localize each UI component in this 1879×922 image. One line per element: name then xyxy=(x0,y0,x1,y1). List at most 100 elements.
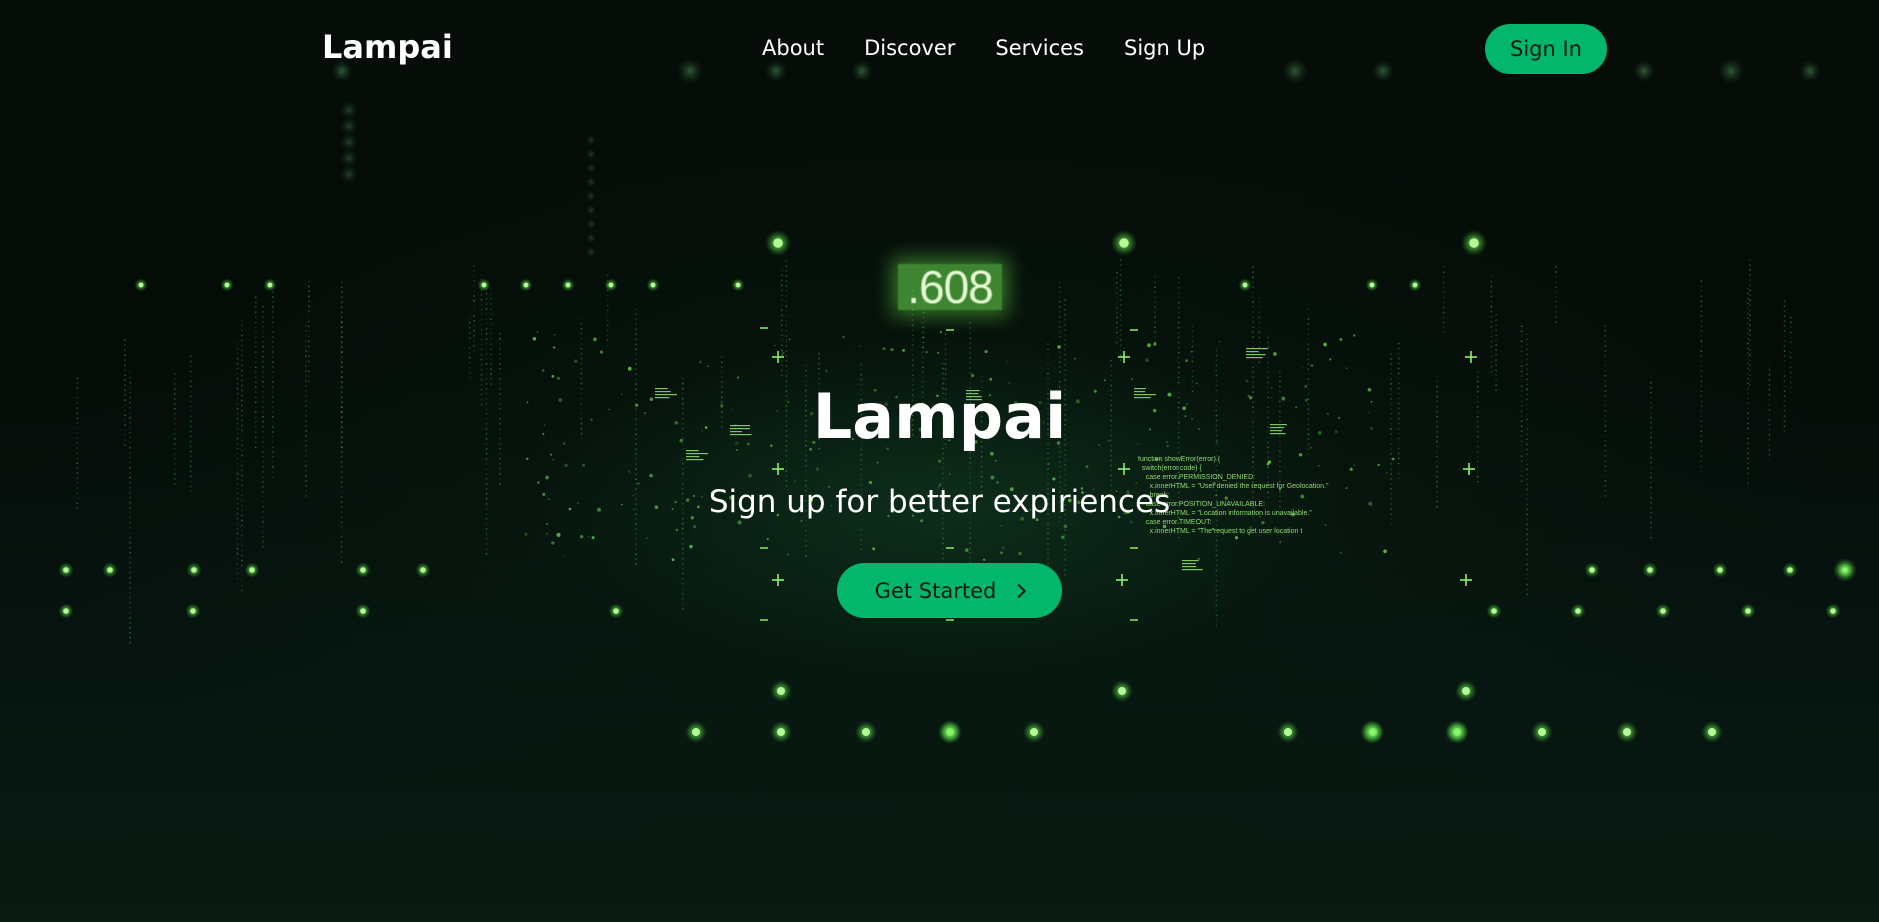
stream-dot xyxy=(1397,352,1400,355)
stream-dot xyxy=(129,611,132,614)
stream-dot xyxy=(1267,336,1270,339)
stream-dot xyxy=(308,360,310,363)
stream-dot xyxy=(124,349,126,351)
stream-dot xyxy=(473,340,475,342)
stream-dot xyxy=(308,280,310,283)
stream-dot xyxy=(1526,478,1528,481)
stream-dot xyxy=(129,576,132,579)
stream-dot xyxy=(1495,374,1497,377)
stream-dot xyxy=(1520,480,1523,483)
scatter-dot xyxy=(1339,338,1343,341)
stream-dot xyxy=(1747,337,1749,340)
stream-dot xyxy=(1700,355,1703,358)
stream-dot xyxy=(1064,318,1066,321)
stream-dot xyxy=(473,305,475,307)
stream-dot xyxy=(241,354,243,357)
stream-dot xyxy=(341,351,343,354)
stream-dot xyxy=(606,334,609,337)
stream-dot xyxy=(1258,316,1261,319)
stream-dot xyxy=(1215,349,1218,352)
stream-dot xyxy=(1058,336,1061,338)
stream-dot xyxy=(480,368,483,371)
stream-dot xyxy=(1520,370,1523,373)
stream-dot xyxy=(1650,536,1652,539)
glow-node-core xyxy=(1369,282,1375,288)
stream-dot xyxy=(340,531,343,533)
stream-dot xyxy=(1397,462,1400,465)
nav-link-sign-up[interactable]: Sign Up xyxy=(1124,36,1205,60)
stream-dot xyxy=(911,359,914,361)
stream-dot xyxy=(1604,340,1607,342)
stream-dot xyxy=(1700,305,1703,308)
nav-link-about[interactable]: About xyxy=(762,36,824,60)
glow-node xyxy=(1616,721,1638,743)
stream-dot xyxy=(1154,296,1156,298)
stream-dot xyxy=(341,331,343,334)
stream-dot xyxy=(254,371,257,374)
stream-dot xyxy=(341,376,343,379)
stream-dot xyxy=(305,325,307,327)
stream-dot xyxy=(340,371,343,373)
stream-dot xyxy=(1215,369,1218,372)
stream-dot xyxy=(1747,292,1749,295)
stream-dot xyxy=(173,458,176,460)
stream-dot xyxy=(1215,374,1218,377)
stream-dot xyxy=(490,308,492,310)
stream-dot xyxy=(485,553,488,555)
stream-dot xyxy=(1258,351,1261,354)
scatter-dot xyxy=(970,373,975,378)
brand-logo[interactable]: Lampai xyxy=(322,28,453,66)
stream-dot xyxy=(1252,271,1254,274)
stream-dot xyxy=(1115,316,1118,319)
stream-dot xyxy=(944,368,947,370)
stream-dot xyxy=(262,310,264,313)
stream-dot xyxy=(635,533,637,536)
stream-dot xyxy=(173,468,176,470)
glow-node xyxy=(102,562,118,578)
nav-link-discover[interactable]: Discover xyxy=(864,36,955,60)
stream-dot xyxy=(681,457,684,460)
stream-dot xyxy=(490,313,492,315)
stream-dot xyxy=(1252,351,1254,354)
stream-dot xyxy=(1267,361,1270,364)
stream-dot xyxy=(129,586,132,589)
sign-in-button[interactable]: Sign In xyxy=(1485,24,1607,74)
stream-dot xyxy=(1520,475,1523,478)
matrix-background xyxy=(58,58,1857,744)
stream-dot xyxy=(480,278,483,281)
stream-dot xyxy=(485,313,488,315)
stream-dot xyxy=(468,337,471,339)
glow-node xyxy=(1701,721,1723,743)
stream-dot xyxy=(1526,363,1528,366)
stream-dot xyxy=(129,536,132,539)
stream-dot xyxy=(1520,365,1523,368)
stream-dot xyxy=(780,299,783,302)
stream-dot xyxy=(1215,569,1218,572)
stream-dot xyxy=(1604,360,1607,362)
stream-dot xyxy=(1154,276,1156,278)
stream-dot xyxy=(485,548,488,550)
glow-node-core xyxy=(1787,567,1793,573)
stream-dot xyxy=(721,376,723,379)
stream-dot xyxy=(129,546,132,549)
stream-dot xyxy=(480,333,483,336)
stream-dot xyxy=(805,474,807,477)
stream-dot xyxy=(785,460,788,462)
stream-dot xyxy=(1119,349,1122,351)
stream-dot xyxy=(1490,350,1493,353)
glow-node-core xyxy=(360,608,366,614)
stream-dot xyxy=(785,345,788,347)
glow-node-core xyxy=(1575,608,1581,614)
stream-dot xyxy=(1215,564,1218,567)
scatter-dot xyxy=(748,473,752,478)
glow-node xyxy=(1825,603,1841,619)
stream-dot xyxy=(1058,366,1061,368)
stream-dot xyxy=(1495,369,1497,372)
stream-dot xyxy=(805,454,807,457)
stream-dot xyxy=(305,475,307,477)
scatter-dot xyxy=(800,519,803,522)
nav-link-services[interactable]: Services xyxy=(995,36,1084,60)
stream-dot xyxy=(1064,298,1066,301)
get-started-button[interactable]: Get Started xyxy=(837,563,1062,618)
stream-dot xyxy=(490,328,492,330)
